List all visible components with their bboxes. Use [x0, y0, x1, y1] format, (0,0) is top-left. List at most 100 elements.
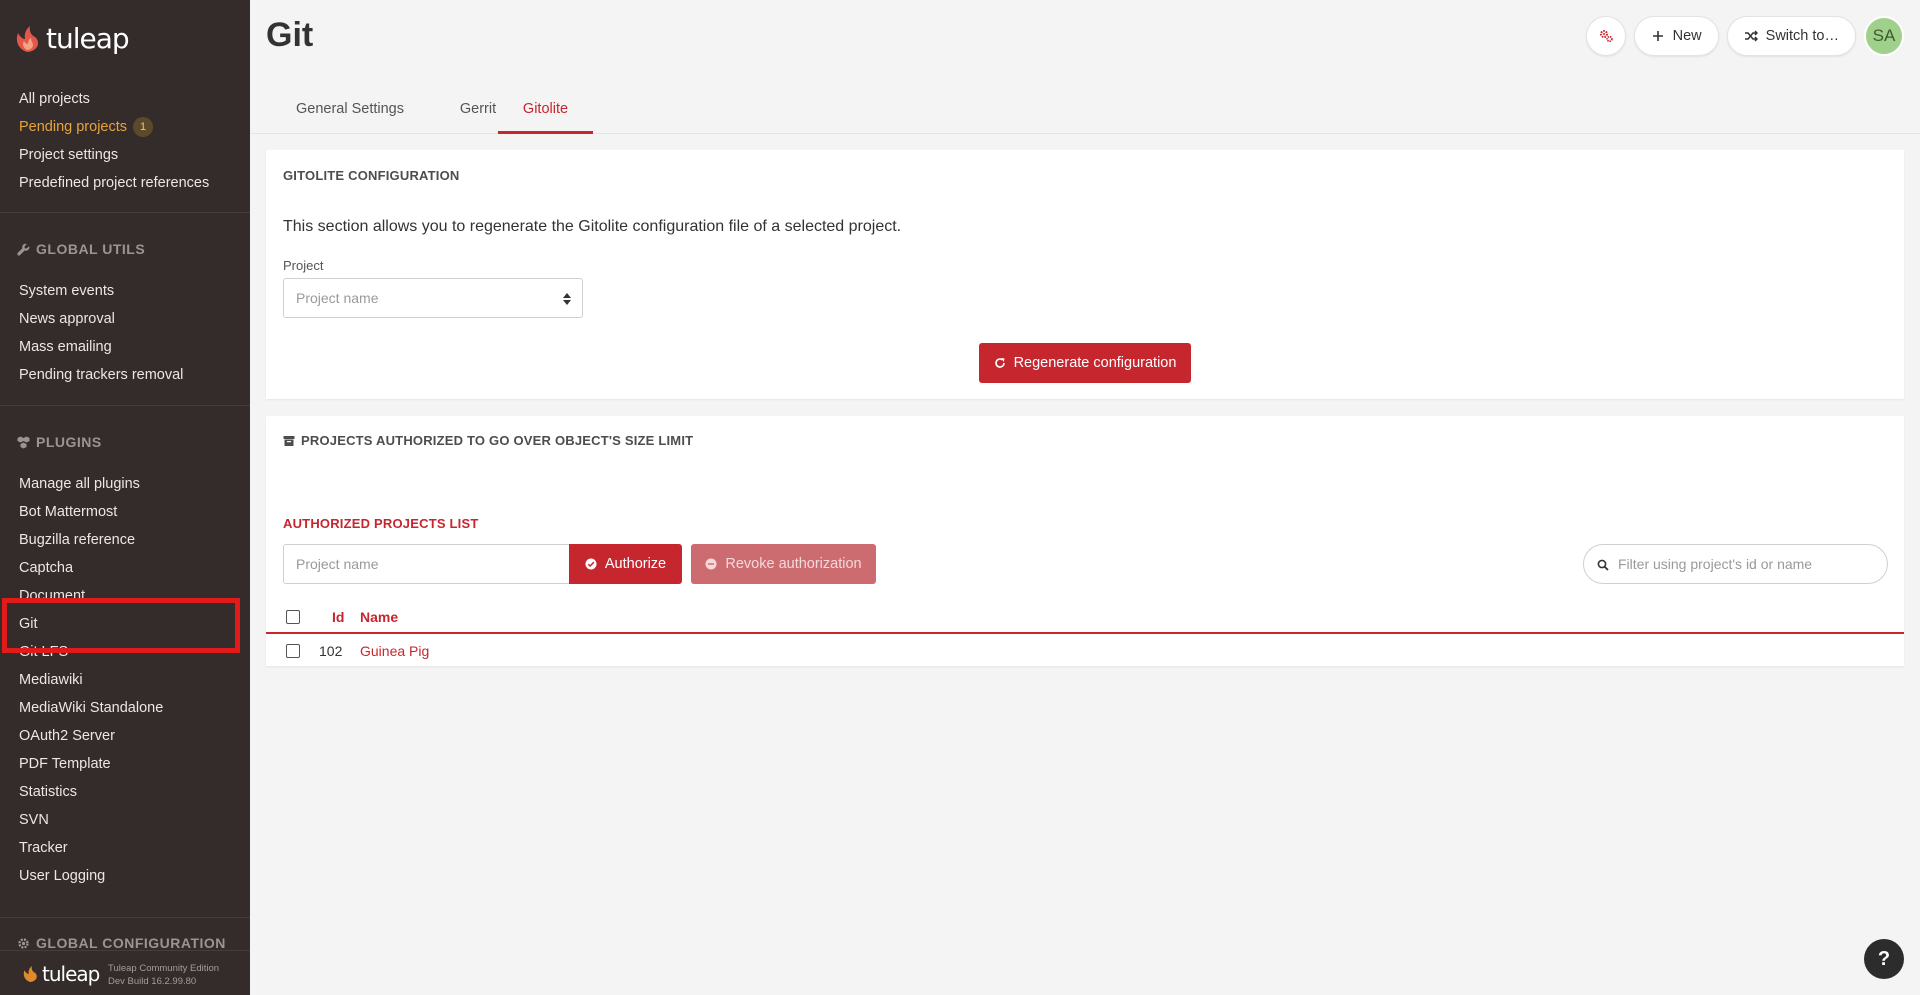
- sidebar-item-bugzilla-reference[interactable]: Bugzilla reference: [0, 526, 250, 554]
- sidebar-item-project-settings[interactable]: Project settings: [0, 141, 250, 169]
- site-admin-button[interactable]: [1585, 16, 1626, 56]
- shuffle-icon: [1744, 30, 1758, 42]
- sidebar-item-tracker[interactable]: Tracker: [0, 834, 250, 862]
- global-utils-nav: System events News approval Mass emailin…: [0, 277, 250, 389]
- project-select-placeholder: Project name: [296, 290, 379, 306]
- authorize-label: Authorize: [604, 556, 667, 572]
- new-button-label: New: [1672, 28, 1702, 44]
- edition-info: Tuleap Community Edition Dev Build 16.2.…: [108, 962, 219, 988]
- user-avatar[interactable]: SA: [1864, 16, 1904, 56]
- row-checkbox[interactable]: [286, 644, 300, 658]
- sidebar-item-all-projects[interactable]: All projects: [0, 85, 250, 113]
- pending-count-badge: 1: [133, 117, 154, 138]
- section-title-text: GLOBAL UTILS: [36, 241, 146, 257]
- regenerate-configuration-button[interactable]: Regenerate configuration: [979, 343, 1191, 383]
- sidebar-item-manage-all-plugins[interactable]: Manage all plugins: [0, 470, 250, 498]
- sidebar-divider: [0, 212, 250, 213]
- gitolite-configuration-panel: GITOLITE CONFIGURATION This section allo…: [266, 150, 1904, 399]
- panel-title: PROJECTS AUTHORIZED TO GO OVER OBJECT'S …: [283, 433, 693, 448]
- gear-icon: [18, 937, 29, 949]
- check-circle-icon: [585, 558, 597, 570]
- sidebar-divider: [0, 917, 250, 918]
- tuleap-flame-icon: [16, 25, 39, 52]
- sidebar-item-git[interactable]: Git: [0, 610, 250, 638]
- regenerate-label: Regenerate configuration: [1013, 355, 1177, 371]
- refresh-icon: [994, 358, 1005, 368]
- header-actions: New Switch to… SA: [1585, 16, 1904, 56]
- sidebar-item-pdf-template[interactable]: PDF Template: [0, 750, 250, 778]
- project-label: Project: [283, 258, 324, 273]
- git-admin-tabs: General Settings Gerrit Gitolite: [250, 88, 1920, 134]
- switch-to-label: Switch to…: [1765, 28, 1839, 44]
- plugins-nav: Manage all plugins Bot Mattermost Bugzil…: [0, 470, 250, 890]
- section-title-text: GLOBAL CONFIGURATION: [36, 935, 226, 951]
- plus-icon: [1652, 31, 1663, 41]
- sidebar-item-predefined-references[interactable]: Predefined project references: [0, 169, 250, 197]
- sidebar-item-label: Pending projects: [19, 119, 128, 135]
- sidebar-item-git-lfs[interactable]: Git LFS: [0, 638, 250, 666]
- authorized-projects-table: Id Name 102 Guinea Pig: [266, 600, 1904, 668]
- tuleap-logo[interactable]: tuleap: [14, 22, 130, 55]
- switch-to-button[interactable]: Switch to…: [1726, 16, 1856, 56]
- wrench-icon: [17, 243, 30, 256]
- archive-icon: [283, 435, 295, 446]
- tuleap-wordmark: tuleap: [46, 22, 130, 55]
- tuleap-flame-icon: [23, 966, 37, 982]
- filter-projects-input[interactable]: Filter using project's id or name: [1583, 544, 1888, 584]
- authorize-button[interactable]: Authorize: [569, 544, 682, 584]
- panel-title-text: PROJECTS AUTHORIZED TO GO OVER OBJECT'S …: [301, 433, 694, 448]
- sidebar-item-captcha[interactable]: Captcha: [0, 554, 250, 582]
- sidebar-footer: tuleap Tuleap Community Edition Dev Buil…: [0, 950, 250, 995]
- sidebar-item-pending-projects[interactable]: Pending projects 1: [0, 113, 250, 141]
- admin-nav: All projects Pending projects 1 Project s…: [0, 85, 250, 197]
- cogs-icon: [1599, 30, 1613, 43]
- new-button[interactable]: New: [1633, 16, 1719, 56]
- sidebar-item-oauth2-server[interactable]: OAuth2 Server: [0, 722, 250, 750]
- project-select[interactable]: Project name: [283, 278, 583, 318]
- footer-wordmark: tuleap: [42, 962, 100, 986]
- search-icon: [1597, 559, 1609, 571]
- filter-placeholder: Filter using project's id or name: [1618, 556, 1813, 572]
- sidebar-item-pending-trackers-removal[interactable]: Pending trackers removal: [0, 361, 250, 389]
- select-all-checkbox[interactable]: [286, 610, 300, 624]
- sidebar-item-svn[interactable]: SVN: [0, 806, 250, 834]
- footer-logo: tuleap: [22, 962, 100, 986]
- sidebar-item-news-approval[interactable]: News approval: [0, 305, 250, 333]
- authorize-project-input[interactable]: Project name: [283, 544, 569, 584]
- project-name-link[interactable]: Guinea Pig: [360, 643, 429, 659]
- panel-title: GITOLITE CONFIGURATION: [283, 168, 460, 183]
- tab-general-settings[interactable]: General Settings: [290, 88, 410, 134]
- project-id-cell: 102: [319, 643, 343, 659]
- build-version: Dev Build 16.2.99.80: [108, 976, 197, 987]
- size-limit-panel: PROJECTS AUTHORIZED TO GO OVER OBJECT'S …: [266, 416, 1904, 668]
- sidebar-item-mediawiki[interactable]: Mediawiki: [0, 666, 250, 694]
- tab-gitolite[interactable]: Gitolite: [498, 88, 593, 134]
- sidebar-item-mass-emailing[interactable]: Mass emailing: [0, 333, 250, 361]
- sidebar-item-statistics[interactable]: Statistics: [0, 778, 250, 806]
- table-header: Id Name: [266, 600, 1904, 634]
- section-title-text: PLUGINS: [36, 434, 102, 450]
- sidebar-item-mediawiki-standalone[interactable]: MediaWiki Standalone: [0, 694, 250, 722]
- revoke-authorization-button[interactable]: Revoke authorization: [691, 544, 876, 584]
- sidebar: tuleap All projects Pending projects 1 Pr…: [0, 0, 250, 995]
- column-header-name: Name: [360, 609, 399, 625]
- revoke-label: Revoke authorization: [725, 556, 862, 572]
- plugins-heading: PLUGINS: [17, 434, 102, 450]
- sidebar-divider: [0, 405, 250, 406]
- sidebar-item-document[interactable]: Document: [0, 582, 250, 610]
- sidebar-item-user-logging[interactable]: User Logging: [0, 862, 250, 890]
- sort-arrows-icon: [563, 293, 571, 305]
- table-row: 102 Guinea Pig: [266, 634, 1904, 668]
- cubes-icon: [17, 436, 30, 448]
- gitolite-description: This section allows you to regenerate th…: [283, 218, 902, 235]
- authorize-input-placeholder: Project name: [296, 556, 379, 572]
- global-utils-heading: GLOBAL UTILS: [17, 241, 145, 257]
- page-title: Git: [266, 16, 314, 54]
- global-configuration-heading: GLOBAL CONFIGURATION: [17, 935, 226, 951]
- column-header-id: Id: [332, 609, 345, 625]
- sidebar-item-system-events[interactable]: System events: [0, 277, 250, 305]
- authorized-projects-heading: AUTHORIZED PROJECTS LIST: [283, 516, 479, 531]
- help-button[interactable]: ?: [1864, 939, 1904, 979]
- minus-circle-icon: [705, 558, 717, 570]
- sidebar-item-bot-mattermost[interactable]: Bot Mattermost: [0, 498, 250, 526]
